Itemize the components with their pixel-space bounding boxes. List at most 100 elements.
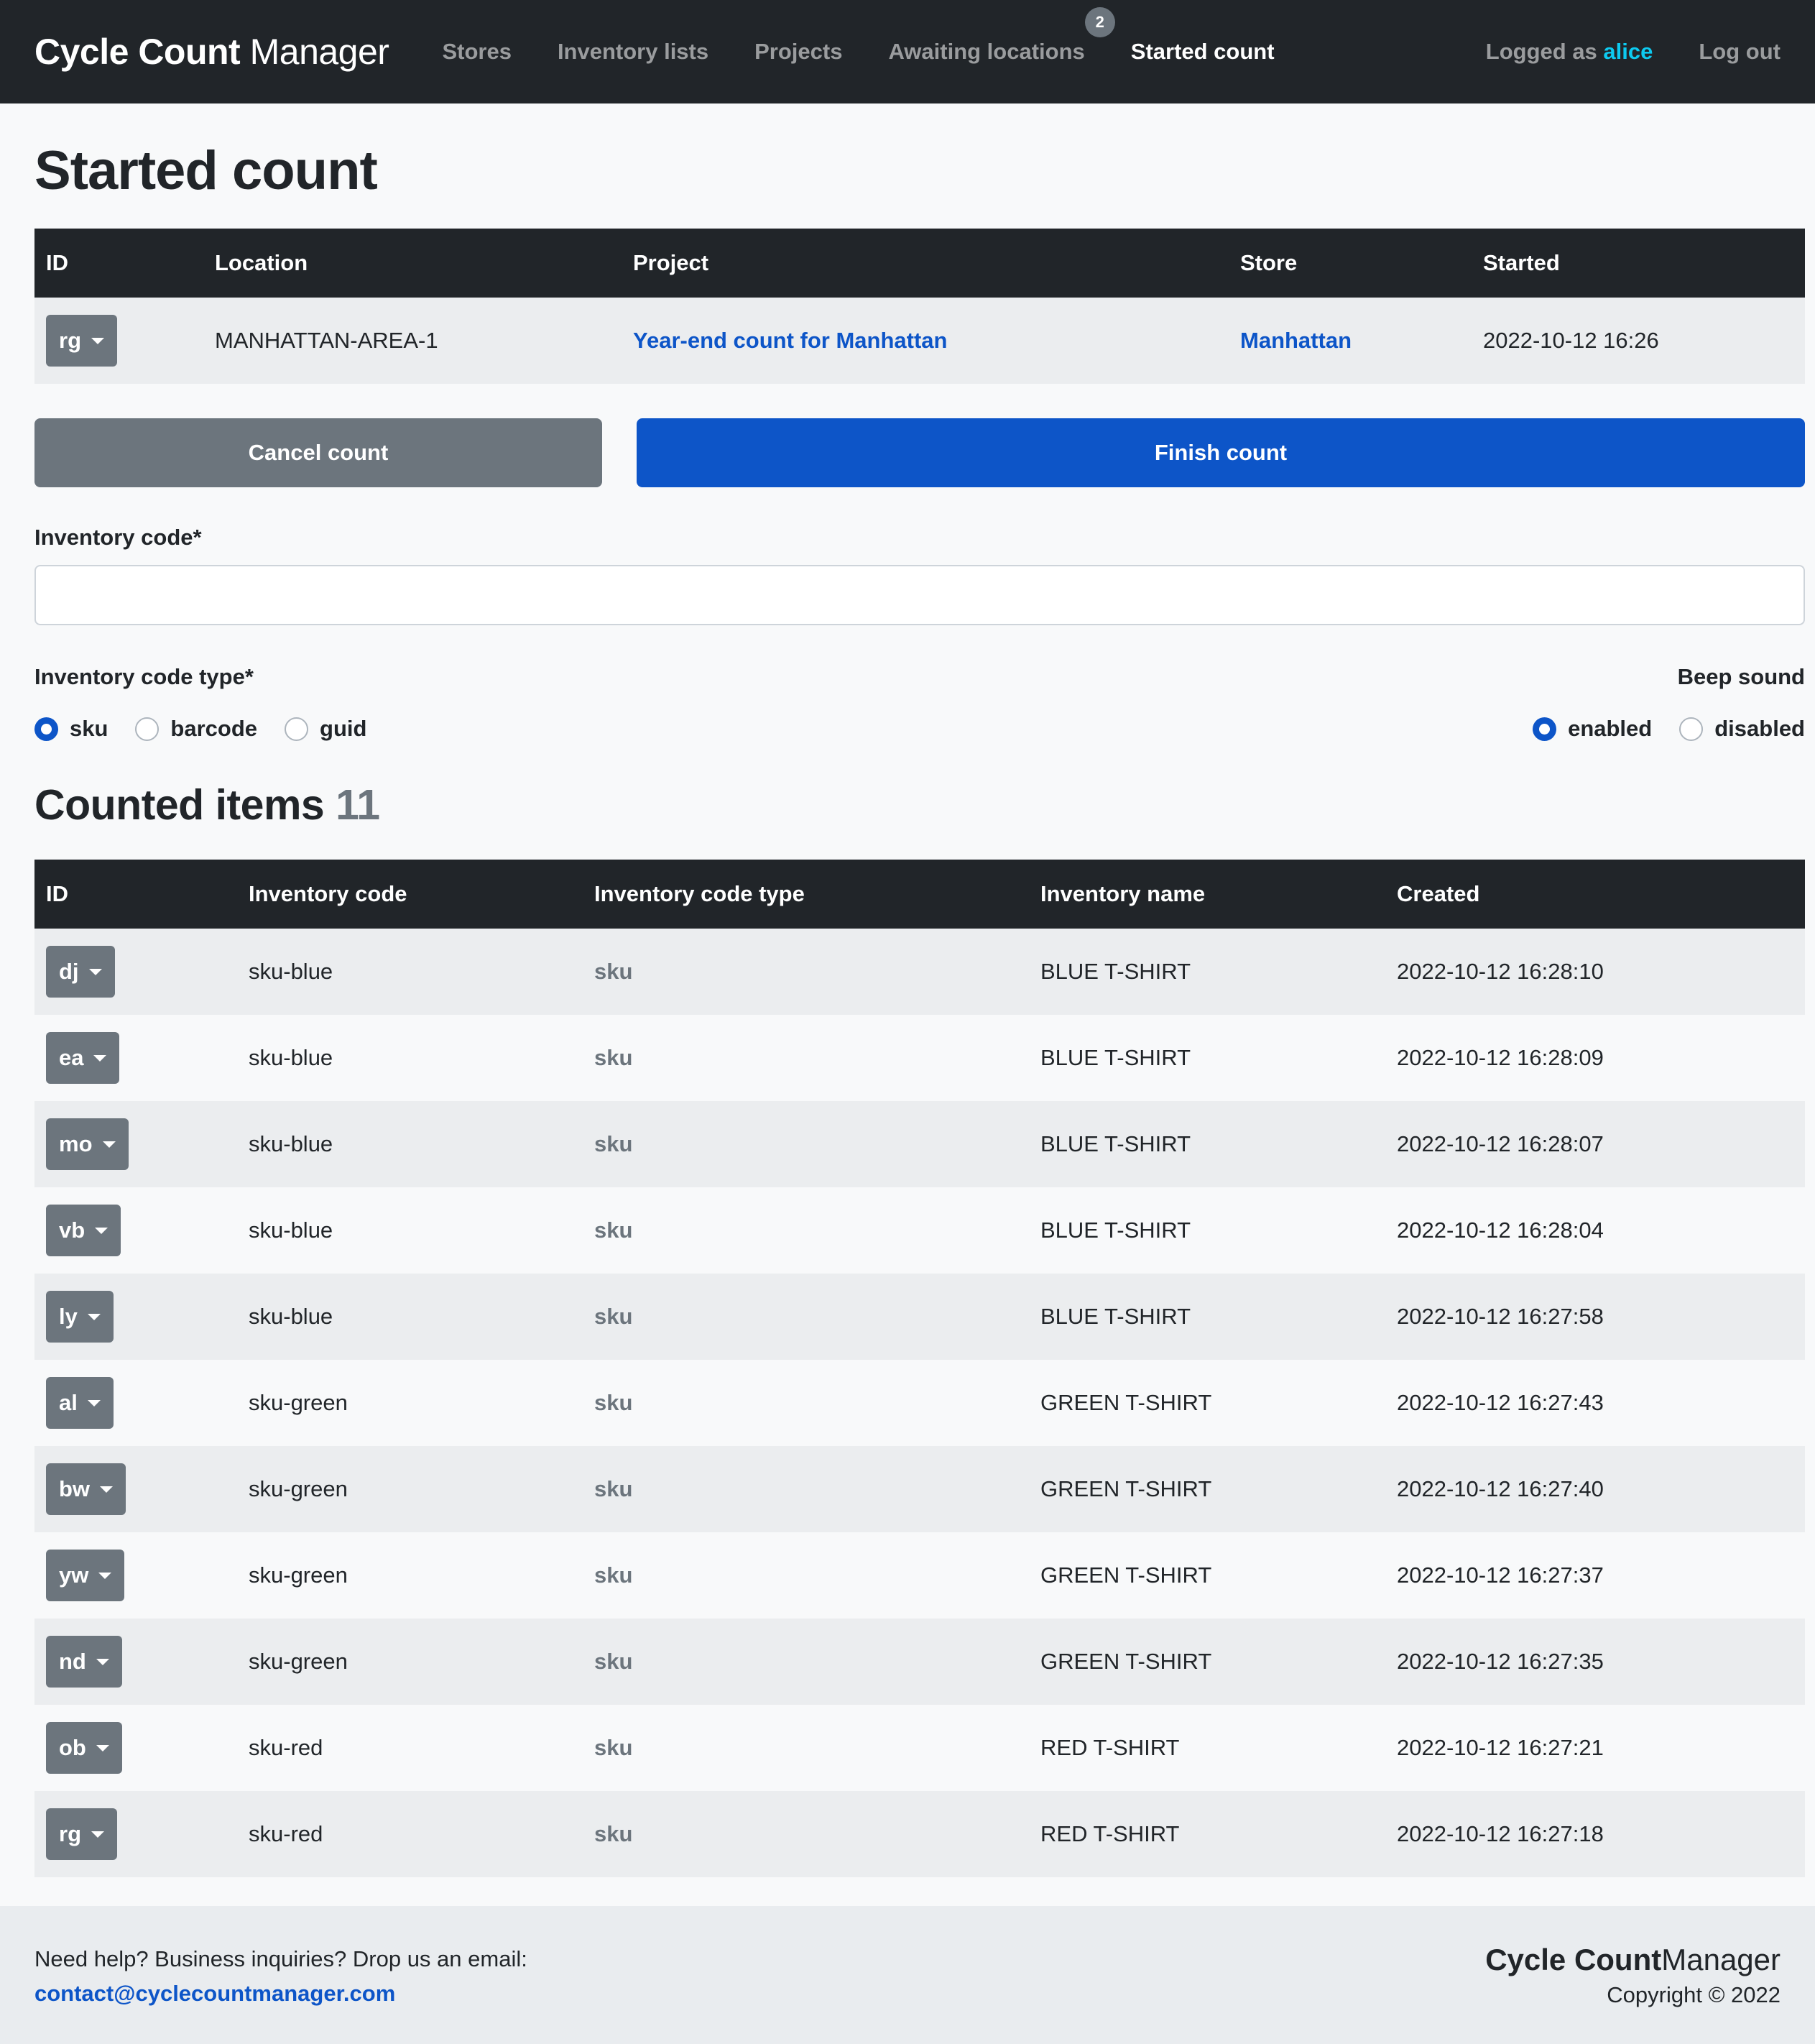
- beep-option-enabled[interactable]: enabled: [1533, 716, 1652, 742]
- counted-items-table: ID Inventory code Inventory code type In…: [34, 860, 1805, 1877]
- page-title: Started count: [34, 140, 378, 201]
- radio-checked-icon[interactable]: [34, 717, 58, 741]
- inventory-code-input[interactable]: [34, 565, 1805, 625]
- footer-email-link[interactable]: contact@cyclecountmanager.com: [34, 1981, 395, 2006]
- table-row: yw sku-green sku GREEN T-SHIRT 2022-10-12 16…: [34, 1532, 1805, 1619]
- count-id-label: rg: [59, 328, 81, 353]
- cancel-count-button[interactable]: Cancel count: [34, 418, 602, 487]
- item-id-label: ly: [59, 1304, 78, 1329]
- item-id-cell: ea: [34, 1015, 237, 1101]
- nav-link-projects[interactable]: Projects: [731, 39, 865, 65]
- project-cell: Year-end count for Manhattan: [622, 298, 1229, 384]
- header-location: Location: [203, 229, 622, 298]
- code-type-option-guid[interactable]: guid: [285, 716, 366, 742]
- inventory-code-cell: sku-green: [237, 1619, 583, 1705]
- brand-bold: Cycle Count: [34, 32, 241, 72]
- item-id-dropdown[interactable]: bw: [46, 1463, 126, 1515]
- code-type-barcode-label: barcode: [170, 716, 258, 741]
- logout-link[interactable]: Log out: [1676, 39, 1781, 65]
- inventory-code-type-cell: sku: [583, 1360, 1029, 1446]
- beep-option-disabled[interactable]: disabled: [1679, 716, 1805, 742]
- inventory-code-cell: sku-red: [237, 1705, 583, 1791]
- created-cell: 2022-10-12 16:27:18: [1385, 1791, 1805, 1877]
- inventory-name-cell: BLUE T-SHIRT: [1029, 1274, 1385, 1360]
- item-id-dropdown[interactable]: dj: [46, 946, 115, 998]
- beep-disabled-label: disabled: [1714, 716, 1805, 741]
- nav-link-started-count[interactable]: Started count: [1108, 39, 1298, 65]
- caret-down-icon: [96, 1658, 109, 1665]
- finish-count-button[interactable]: Finish count: [637, 418, 1805, 487]
- radio-icon[interactable]: [135, 717, 160, 741]
- logged-as-label: Logged as: [1485, 39, 1597, 64]
- caret-down-icon: [95, 1227, 108, 1234]
- caret-down-icon: [100, 1486, 114, 1493]
- inventory-code-cell: sku-blue: [237, 1101, 583, 1187]
- code-type-option-barcode[interactable]: barcode: [135, 716, 257, 742]
- header-inventory-code: Inventory code: [237, 860, 583, 929]
- item-id-dropdown[interactable]: ea: [46, 1032, 120, 1084]
- inventory-name-cell: GREEN T-SHIRT: [1029, 1446, 1385, 1532]
- item-id-cell: vb: [34, 1187, 237, 1274]
- item-id-dropdown[interactable]: ob: [46, 1722, 122, 1774]
- nav-link-inventory-lists[interactable]: Inventory lists: [535, 39, 731, 65]
- brand-logo[interactable]: Cycle Count Manager: [34, 31, 389, 73]
- started-cell: 2022-10-12 16:26: [1472, 298, 1805, 384]
- created-cell: 2022-10-12 16:27:37: [1385, 1532, 1805, 1619]
- project-link[interactable]: Year-end count for Manhattan: [633, 328, 947, 353]
- created-cell: 2022-10-12 16:27:43: [1385, 1360, 1805, 1446]
- inventory-name-cell: BLUE T-SHIRT: [1029, 1187, 1385, 1274]
- beep-enabled-label: enabled: [1568, 716, 1653, 741]
- inventory-code-type-cell: sku: [583, 1791, 1029, 1877]
- page-footer: Need help? Business inquiries? Drop us a…: [0, 1906, 1815, 2044]
- created-cell: 2022-10-12 16:28:07: [1385, 1101, 1805, 1187]
- item-id-dropdown[interactable]: al: [46, 1377, 114, 1429]
- counted-items-body: dj sku-blue sku BLUE T-SHIRT 2022-10-12 16:2…: [34, 929, 1805, 1877]
- item-id-dropdown[interactable]: ly: [46, 1291, 114, 1343]
- footer-brand-bold: Cycle Count: [1485, 1943, 1662, 1976]
- caret-down-icon: [93, 1054, 107, 1062]
- radio-icon[interactable]: [285, 717, 309, 741]
- inventory-code-type-cell: sku: [583, 1101, 1029, 1187]
- counted-items-label: Counted items: [34, 781, 325, 829]
- item-id-dropdown[interactable]: mo: [46, 1118, 129, 1170]
- item-id-dropdown[interactable]: vb: [46, 1205, 121, 1256]
- caret-down-icon: [87, 1399, 101, 1407]
- radio-checked-icon[interactable]: [1533, 717, 1557, 741]
- inventory-name-cell: GREEN T-SHIRT: [1029, 1532, 1385, 1619]
- table-row: vb sku-blue sku BLUE T-SHIRT 2022-10-12 16:2…: [34, 1187, 1805, 1274]
- table-row: ly sku-blue sku BLUE T-SHIRT 2022-10-12 16:2…: [34, 1274, 1805, 1360]
- caret-down-icon: [88, 968, 102, 975]
- code-type-sku-label: sku: [70, 716, 108, 741]
- nav-links: Stores Inventory lists Projects Awaiting…: [419, 7, 1298, 65]
- username[interactable]: alice: [1603, 39, 1653, 64]
- footer-brand-logo: Cycle CountManager: [1485, 1942, 1781, 1978]
- beep-sound-label: Beep sound: [1677, 664, 1805, 689]
- count-id-dropdown[interactable]: rg: [46, 315, 117, 367]
- item-id-cell: ly: [34, 1274, 237, 1360]
- options-section: Inventory code type* sku barcode guid Be…: [34, 664, 1805, 742]
- beep-sound-group: Beep sound enabled disabled: [1533, 664, 1805, 742]
- item-id-dropdown[interactable]: rg: [46, 1808, 117, 1860]
- inventory-code-type-cell: sku: [583, 1619, 1029, 1705]
- item-id-cell: yw: [34, 1532, 237, 1619]
- count-info-header: ID Location Project Store Started: [34, 229, 1805, 298]
- created-cell: 2022-10-12 16:27:40: [1385, 1446, 1805, 1532]
- item-id-label: nd: [59, 1649, 86, 1674]
- nav-link-awaiting-locations[interactable]: Awaiting locations 2: [865, 7, 1115, 65]
- table-row: dj sku-blue sku BLUE T-SHIRT 2022-10-12 16:2…: [34, 929, 1805, 1015]
- inventory-code-type-cell: sku: [583, 1187, 1029, 1274]
- header-inventory-code-type: Inventory code type: [583, 860, 1029, 929]
- table-row: ob sku-red sku RED T-SHIRT 2022-10-12 16:27:…: [34, 1705, 1805, 1791]
- nav-link-stores[interactable]: Stores: [419, 39, 534, 65]
- count-action-buttons: Cancel count Finish count: [34, 418, 1805, 487]
- counted-items-title: Counted items 11: [34, 779, 1805, 831]
- radio-icon[interactable]: [1679, 717, 1704, 741]
- table-row: rg sku-red sku RED T-SHIRT 2022-10-12 16:27:…: [34, 1791, 1805, 1877]
- item-id-dropdown[interactable]: nd: [46, 1636, 122, 1688]
- code-type-option-sku[interactable]: sku: [34, 716, 108, 742]
- item-id-dropdown[interactable]: yw: [46, 1550, 125, 1601]
- inventory-name-cell: RED T-SHIRT: [1029, 1791, 1385, 1877]
- store-link[interactable]: Manhattan: [1240, 328, 1352, 353]
- awaiting-count-badge: 2: [1084, 7, 1115, 37]
- item-id-cell: dj: [34, 929, 237, 1015]
